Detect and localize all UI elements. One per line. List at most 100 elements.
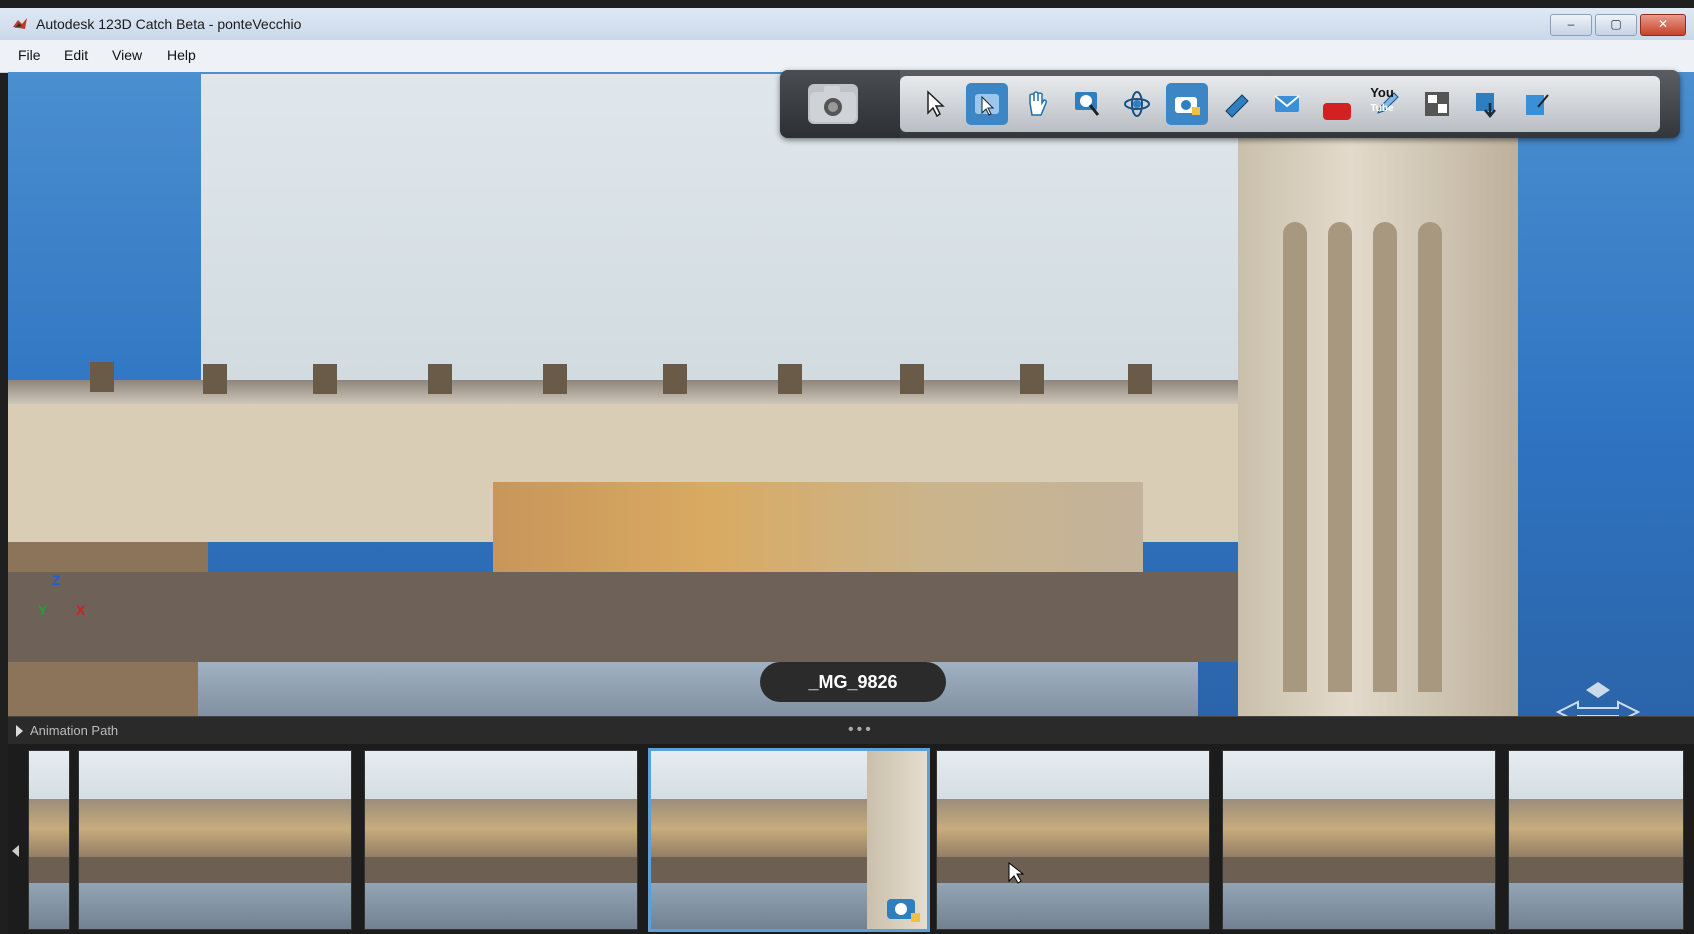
- thumb-sky: [1509, 751, 1683, 801]
- download-tool[interactable]: [1466, 83, 1508, 125]
- orbit-icon: [1124, 91, 1150, 117]
- thumb-sky: [29, 751, 69, 801]
- photo-thumbnail-selected[interactable]: [648, 748, 930, 932]
- ruler-icon: [1225, 94, 1249, 118]
- thumb-arch: [937, 857, 1209, 883]
- photo-thumbnail[interactable]: [28, 750, 70, 930]
- select-photo-tool[interactable]: [966, 83, 1008, 125]
- animation-path-bar[interactable]: Animation Path •••: [8, 716, 1694, 745]
- thumb-sky: [365, 751, 637, 801]
- close-button[interactable]: ✕: [1640, 14, 1686, 36]
- thumb-bridge: [1509, 799, 1683, 859]
- select-photo-icon: [975, 94, 999, 116]
- email-icon: [1274, 95, 1300, 112]
- window-title: Autodesk 123D Catch Beta - ponteVecchio: [36, 16, 302, 32]
- select-tool[interactable]: [916, 83, 958, 125]
- camera-lock-icon: [1175, 97, 1200, 115]
- thumb-water: [79, 883, 351, 929]
- thumb-bridge: [937, 799, 1209, 859]
- photo-thumbnail[interactable]: [1508, 750, 1684, 930]
- navigation-cube-icon[interactable]: [1548, 672, 1648, 716]
- scene-column: [1373, 222, 1397, 692]
- thumb-arch: [365, 857, 637, 883]
- window-controls: – ▢ ✕: [1550, 14, 1686, 36]
- pen-icon: [1377, 92, 1399, 114]
- scene-window: [1128, 364, 1152, 394]
- camera-view-tool[interactable]: [1166, 83, 1208, 125]
- menu-edit[interactable]: Edit: [64, 47, 88, 63]
- pen-tool[interactable]: [1366, 83, 1408, 125]
- measure-tool[interactable]: [1216, 83, 1258, 125]
- edit-document-icon: [1526, 94, 1549, 115]
- axis-y-label: Y: [38, 602, 48, 618]
- thumb-arch: [1223, 857, 1495, 883]
- photo-name-label: _MG_9826: [760, 662, 946, 702]
- camera-icon: [808, 84, 858, 124]
- menu-file[interactable]: File: [18, 47, 41, 63]
- menu-bar: File Edit View Help: [0, 40, 1694, 73]
- scene-window: [663, 364, 687, 394]
- thumb-bridge: [29, 799, 69, 859]
- tool-strip: [900, 76, 1660, 132]
- bridge-arches: [8, 572, 1248, 662]
- resize-handle[interactable]: •••: [848, 721, 874, 739]
- orbit-tool[interactable]: [1116, 83, 1158, 125]
- scene-window: [90, 362, 114, 392]
- photo-thumbnail[interactable]: [1222, 750, 1496, 930]
- axis-x-label: X: [76, 602, 86, 618]
- maximize-button[interactable]: ▢: [1595, 14, 1637, 36]
- email-tool[interactable]: [1266, 83, 1308, 125]
- title-bar: Autodesk 123D Catch Beta - ponteVecchio …: [0, 8, 1694, 41]
- photo-thumbnail[interactable]: [936, 750, 1210, 930]
- thumb-water: [1223, 883, 1495, 929]
- capture-tab[interactable]: [780, 70, 900, 138]
- app-window: Autodesk 123D Catch Beta - ponteVecchio …: [0, 0, 1694, 934]
- scene-window: [428, 364, 452, 394]
- mouse-cursor-icon: [1008, 861, 1025, 884]
- scene-window: [203, 364, 227, 394]
- youtube-tool[interactable]: [1316, 83, 1358, 125]
- thumb-sky: [1223, 751, 1495, 801]
- thumb-arch: [1509, 857, 1683, 883]
- minimize-button[interactable]: –: [1550, 14, 1592, 36]
- 3d-viewport[interactable]: Z Y X Z X: [8, 72, 1694, 716]
- add-point-tool[interactable]: [1016, 83, 1058, 125]
- expand-arrow-icon[interactable]: [16, 725, 23, 737]
- filmstrip-scroll-left-icon[interactable]: [12, 845, 19, 857]
- thumb-bridge: [1223, 799, 1495, 859]
- select-arrow-icon: [927, 90, 945, 118]
- export-tool[interactable]: [1416, 83, 1458, 125]
- bridge-roof: [8, 380, 1248, 404]
- photo-thumbnail[interactable]: [78, 750, 352, 930]
- menu-help[interactable]: Help: [167, 47, 196, 63]
- pan-hand-icon: [1029, 91, 1047, 116]
- scene-column: [1328, 222, 1352, 692]
- thumb-bridge: [365, 799, 637, 859]
- photo-thumbnail[interactable]: [364, 750, 638, 930]
- download-icon: [1476, 93, 1496, 118]
- river-water: [198, 662, 1198, 716]
- thumb-sky: [937, 751, 1209, 801]
- menu-view[interactable]: View: [112, 47, 142, 63]
- thumb-water: [937, 883, 1209, 929]
- thumb-arch: [29, 857, 69, 883]
- zoom-icon: [1075, 92, 1100, 116]
- thumb-sky: [79, 751, 351, 801]
- edit-tool[interactable]: [1516, 83, 1558, 125]
- scene-window: [778, 364, 802, 394]
- thumb-water: [1509, 883, 1683, 929]
- thumb-bridge: [79, 799, 351, 859]
- zoom-tool[interactable]: [1066, 83, 1108, 125]
- scene-window: [900, 364, 924, 394]
- axis-z-label: Z: [52, 572, 61, 588]
- thumb-arch: [79, 857, 351, 883]
- scene-column: [1418, 222, 1442, 692]
- photo-filmstrip: [8, 744, 1694, 934]
- camera-badge-icon: [887, 899, 920, 922]
- export-icon: [1425, 92, 1449, 116]
- youtube-icon: [1323, 103, 1351, 120]
- scene-window: [1020, 364, 1044, 394]
- main-toolbar: [780, 70, 1680, 138]
- scene-column: [1283, 222, 1307, 692]
- animation-path-label[interactable]: Animation Path: [30, 723, 118, 738]
